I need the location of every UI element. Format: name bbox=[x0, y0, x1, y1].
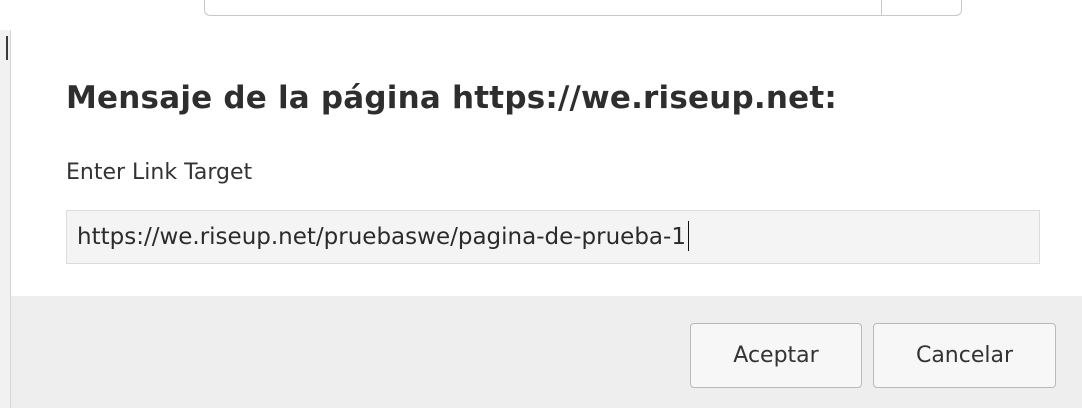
page-background bbox=[0, 0, 1082, 22]
text-cursor-mark bbox=[6, 36, 8, 60]
link-target-value[interactable]: https://we.riseup.net/pruebaswe/pagina-d… bbox=[77, 224, 686, 250]
dialog-title: Mensaje de la página https://we.riseup.n… bbox=[66, 80, 837, 116]
window-left-edge bbox=[0, 30, 11, 408]
prompt-label: Enter Link Target bbox=[66, 160, 253, 185]
browser-viewport: Mensaje de la página https://we.riseup.n… bbox=[0, 0, 1082, 408]
background-input-field bbox=[204, 0, 962, 16]
prompt-dialog: Mensaje de la página https://we.riseup.n… bbox=[11, 22, 1082, 408]
link-target-input[interactable]: https://we.riseup.net/pruebaswe/pagina-d… bbox=[66, 210, 1040, 264]
accept-button[interactable]: Aceptar bbox=[690, 323, 862, 388]
background-field-divider bbox=[881, 0, 882, 16]
dialog-button-bar: Aceptar Cancelar bbox=[11, 296, 1082, 408]
cancel-button[interactable]: Cancelar bbox=[873, 323, 1056, 388]
text-caret bbox=[687, 220, 689, 251]
